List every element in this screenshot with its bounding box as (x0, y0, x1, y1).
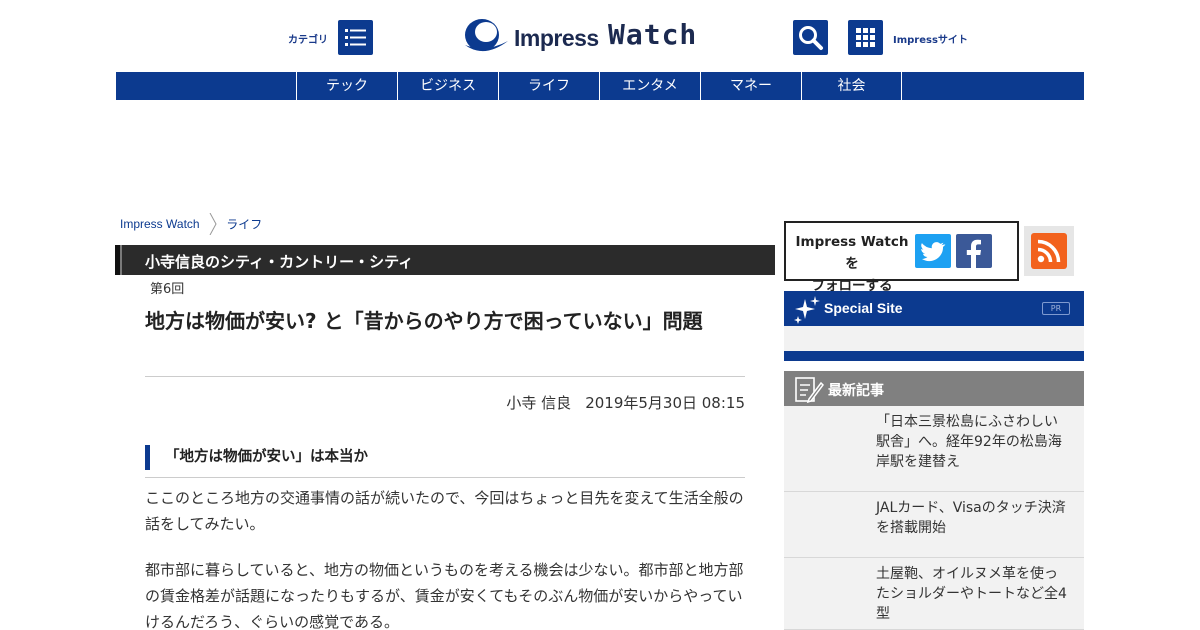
logo-text-watch: Watch (608, 18, 698, 51)
byline: 小寺 信良 2019年5月30日 08:15 (145, 392, 745, 413)
twitter-follow-button[interactable] (915, 234, 951, 268)
series-banner[interactable]: 小寺信良のシティ・カントリー・シティ (115, 245, 775, 275)
breadcrumb: Impress Watch ライフ (120, 213, 262, 235)
nav-item-money[interactable]: マネー (700, 72, 801, 100)
impress-sites-button[interactable] (848, 20, 883, 55)
article-paragraph: 都市部に暮らしていると、地方の物価というものを考える機会は少ない。都市部と地方部… (145, 561, 744, 630)
latest-articles-title: 最新記事 (828, 383, 884, 399)
logo-text-impress: Impress (514, 25, 599, 51)
special-site-content (784, 326, 1084, 351)
category-label[interactable]: カテゴリ (288, 31, 328, 46)
latest-article-item[interactable]: 「日本三景松島にふさわしい駅舎」へ。経年92年の松島海岸駅を建替え (784, 406, 1084, 492)
twitter-icon (921, 242, 946, 262)
nav-item-society[interactable]: 社会 (801, 72, 902, 100)
memo-pencil-icon (795, 377, 824, 404)
impress-sites-label[interactable]: Impressサイト (893, 31, 968, 46)
latest-article-item[interactable]: 土屋鞄、オイルヌメ革を使ったショルダーやトートなど全4型 (784, 558, 1084, 630)
search-button[interactable] (793, 20, 828, 55)
main-nav: テック ビジネス ライフ エンタメ マネー 社会 (116, 72, 1084, 100)
nav-item-business[interactable]: ビジネス (397, 72, 498, 100)
section-heading: 「地方は物価が安い」は本当か (145, 445, 745, 470)
latest-articles-header: 最新記事 (784, 371, 1084, 406)
grid-apps-icon (856, 28, 875, 47)
category-menu-button[interactable] (338, 20, 373, 55)
rss-icon (1037, 239, 1061, 263)
nav-item-life[interactable]: ライフ (498, 72, 599, 100)
latest-article-item[interactable]: JALカード、Visaのタッチ決済を搭載開始 (784, 492, 1084, 558)
rss-box (1024, 226, 1074, 276)
special-site-footer (784, 351, 1084, 361)
section-divider (145, 477, 745, 478)
special-site-title: Special Site (824, 300, 903, 316)
site-logo[interactable]: Impress Watch (462, 15, 707, 57)
follow-box: Impress Watch を フォローする (784, 221, 1019, 294)
author-name: 小寺 信良 (506, 394, 572, 412)
latest-article-title[interactable]: 土屋鞄、オイルヌメ革を使ったショルダーやトートなど全4型 (876, 564, 1071, 624)
breadcrumb-category[interactable]: ライフ (226, 218, 262, 232)
rss-button[interactable] (1031, 233, 1067, 269)
sparkle-icon (794, 296, 820, 324)
follow-label-line1: Impress Watch を (795, 234, 909, 272)
latest-article-title[interactable]: 「日本三景松島にふさわしい駅舎」へ。経年92年の松島海岸駅を建替え (876, 412, 1071, 472)
follow-label: Impress Watch を フォローする (791, 231, 913, 297)
search-icon (799, 26, 823, 50)
breadcrumb-chevron-icon (209, 213, 217, 235)
special-site-header: Special Site PR (784, 291, 1084, 326)
site-header: カテゴリ Impress Watch Impressサイト (0, 0, 1200, 72)
nav-item-tech[interactable]: テック (296, 72, 397, 100)
breadcrumb-home[interactable]: Impress Watch (120, 217, 200, 231)
pr-badge: PR (1042, 302, 1070, 315)
facebook-follow-button[interactable] (956, 234, 992, 268)
facebook-icon (966, 239, 981, 268)
logo-swoosh-icon (465, 19, 508, 52)
article-title: 地方は物価が安い? と「昔からのやり方で困っていない」問題 (145, 309, 703, 333)
nav-item-entame[interactable]: エンタメ (599, 72, 700, 100)
list-menu-icon (345, 29, 366, 46)
series-title: 小寺信良のシティ・カントリー・シティ (145, 253, 414, 271)
latest-article-title[interactable]: JALカード、Visaのタッチ決済を搭載開始 (876, 498, 1071, 538)
article-paragraph: ここのところ地方の交通事情の話が続いたので、今回はちょっと目先を変えて生活全般の… (145, 489, 744, 533)
publish-date: 2019年5月30日 08:15 (585, 394, 745, 412)
title-divider (145, 376, 745, 377)
episode-number: 第6回 (150, 282, 185, 297)
